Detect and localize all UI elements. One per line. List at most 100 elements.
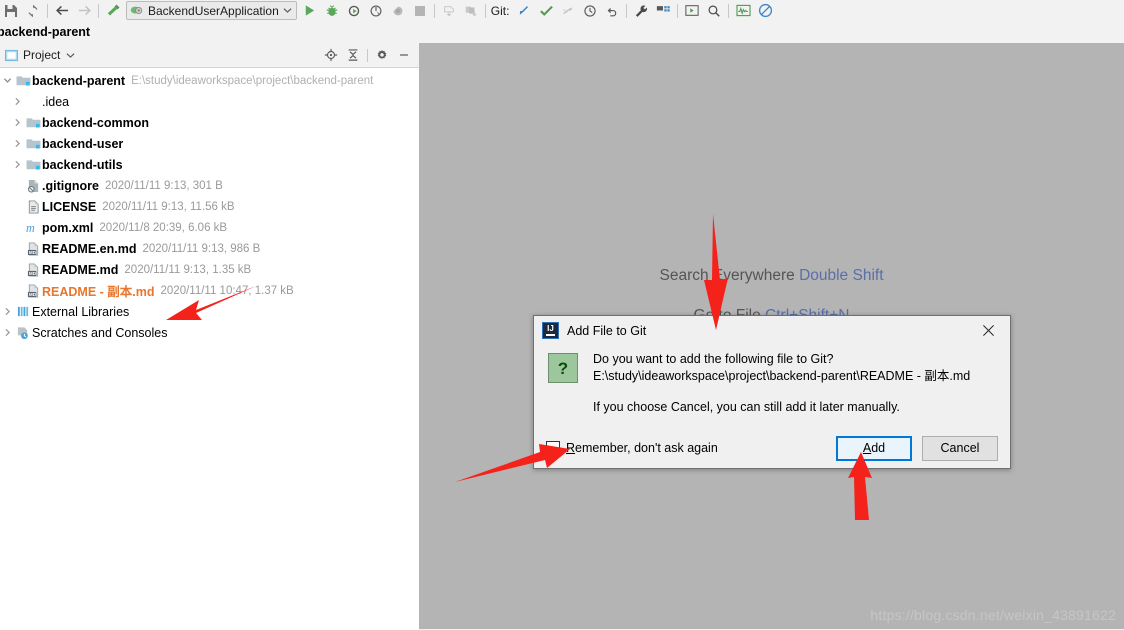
run-configuration-selector[interactable]: BackendUserApplication — [126, 1, 297, 20]
chevron-right-icon[interactable] — [10, 154, 24, 175]
label-rest: emember, don't ask again — [575, 441, 718, 455]
hint-shortcut-label: Double Shift — [799, 267, 884, 284]
svg-text:MD: MD — [28, 271, 36, 276]
chevron-right-icon[interactable] — [10, 133, 24, 154]
chevron-down-icon[interactable] — [66, 52, 75, 59]
back-arrow-icon[interactable] — [51, 1, 73, 21]
mnemonic-letter: A — [862, 441, 872, 455]
add-file-to-git-dialog: IJ Add File to Git ? Do you want to add … — [533, 315, 1011, 469]
chevron-right-icon[interactable] — [10, 112, 24, 133]
dialog-messages: Do you want to add the following file to… — [593, 351, 970, 416]
locate-icon[interactable] — [320, 45, 342, 65]
add-button[interactable]: Add — [836, 435, 912, 461]
build-hammer-icon[interactable] — [102, 1, 124, 21]
activity-monitor-icon[interactable] — [732, 1, 754, 21]
tree-label: .gitignore — [42, 178, 99, 193]
update-project-icon-disabled — [438, 1, 460, 21]
cancel-button[interactable]: Cancel — [922, 435, 998, 461]
spring-boot-icon — [130, 6, 143, 15]
collapse-all-icon[interactable] — [342, 45, 364, 65]
tree-row-backend-user[interactable]: backend-user — [0, 133, 419, 154]
wrench-icon[interactable] — [630, 1, 652, 21]
hint-action-label: Search Everywhere — [659, 267, 795, 284]
rollback-icon[interactable] — [601, 1, 623, 21]
tree-meta: 2020/11/11 9:13, 301 B — [104, 179, 223, 192]
close-icon[interactable] — [966, 316, 1010, 345]
tree-label: External Libraries — [32, 304, 130, 319]
save-icon[interactable] — [0, 1, 22, 21]
minimize-icon[interactable] — [393, 45, 415, 65]
maven-pom-icon: m — [24, 217, 42, 238]
tree-label: backend-common — [42, 115, 149, 130]
dialog-message-line-3: If you choose Cancel, you can still add … — [593, 400, 900, 414]
run-anything-icon[interactable] — [681, 1, 703, 21]
run-with-coverage-icon[interactable] — [343, 1, 365, 21]
csdn-watermark: https://blog.csdn.net/weixin_43891622 — [870, 607, 1116, 623]
chevron-down-icon[interactable] — [283, 7, 292, 14]
run-icon[interactable] — [299, 1, 321, 21]
tree-row-license[interactable]: LICENSE 2020/11/11 9:13, 11.56 kB — [0, 196, 419, 217]
project-panel-header: Project — [0, 43, 419, 68]
label-rest: dd — [871, 441, 886, 455]
svg-text:m: m — [26, 221, 35, 235]
git-commit-icon[interactable] — [535, 1, 557, 21]
chevron-down-icon[interactable] — [0, 70, 14, 91]
remember-checkbox[interactable] — [546, 441, 560, 455]
profile-icon[interactable] — [365, 1, 387, 21]
git-push-icon — [557, 1, 579, 21]
forward-arrow-icon — [73, 1, 95, 21]
folder-icon — [24, 91, 42, 112]
tree-row-readme-en-md[interactable]: MD README.en.md 2020/11/11 9:13, 986 B — [0, 238, 419, 259]
markdown-file-icon: MD — [24, 259, 42, 280]
settings-gear-icon[interactable] — [371, 45, 393, 65]
project-tool-window: Project backend-parent E:\study\ideawork… — [0, 43, 420, 630]
main-toolbar: BackendUserApplication Git: — [0, 0, 1124, 22]
tree-row-scratches-and-consoles[interactable]: Scratches and Consoles — [0, 322, 419, 343]
tree-meta: E:\study\ideaworkspace\project\backend-p… — [131, 74, 374, 87]
toolbar-separator — [728, 3, 730, 18]
tree-row-pom-xml[interactable]: m pom.xml 2020/11/8 20:39, 6.06 kB — [0, 217, 419, 238]
tree-row-readme-md[interactable]: MD README.md 2020/11/11 9:13, 1.35 kB — [0, 259, 419, 280]
dialog-title: Add File to Git — [567, 323, 647, 338]
tree-label: pom.xml — [42, 220, 94, 235]
remember-checkbox-row[interactable]: Remember, don't ask again — [546, 441, 718, 455]
tree-label: LICENSE — [42, 199, 97, 214]
chevron-right-icon[interactable] — [0, 322, 14, 343]
breadcrumb-project-name[interactable]: backend-parent — [0, 25, 90, 39]
tree-row-backend-common[interactable]: backend-common — [0, 112, 419, 133]
chevron-right-icon[interactable] — [10, 91, 24, 112]
toolbar-separator — [626, 3, 628, 18]
rerun-icon — [387, 1, 409, 21]
git-update-project-icon[interactable] — [513, 1, 535, 21]
tree-row-backend-parent[interactable]: backend-parent E:\study\ideaworkspace\pr… — [0, 70, 419, 91]
gitignore-file-icon — [24, 175, 42, 196]
project-panel-title[interactable]: Project — [23, 48, 60, 62]
sync-icon[interactable] — [22, 1, 44, 21]
dialog-title-bar: IJ Add File to Git — [534, 316, 1010, 345]
tree-meta: 2020/11/11 9:13, 11.56 kB — [102, 200, 235, 213]
project-root-folder-icon — [14, 70, 32, 91]
tree-label: Scratches and Consoles — [32, 325, 168, 340]
dialog-footer: Remember, don't ask again Add Cancel — [534, 428, 1010, 468]
remember-checkbox-label: Remember, don't ask again — [566, 441, 718, 455]
history-icon[interactable] — [579, 1, 601, 21]
module-folder-icon — [24, 154, 42, 175]
tree-label: README.md — [42, 262, 119, 277]
debug-icon[interactable] — [321, 1, 343, 21]
search-icon[interactable] — [703, 1, 725, 21]
module-folder-icon — [24, 133, 42, 154]
no-access-icon[interactable] — [754, 1, 776, 21]
run-configuration-name: BackendUserApplication — [148, 3, 279, 18]
tree-row-readme-copy-md[interactable]: MD README - 副本.md 2020/11/11 10:47, 1.37… — [0, 280, 419, 301]
tree-row-external-libraries[interactable]: External Libraries — [0, 301, 419, 322]
tree-row-idea[interactable]: .idea — [0, 91, 419, 112]
dialog-body: ? Do you want to add the following file … — [534, 345, 1010, 416]
tree-label: backend-parent — [32, 73, 126, 88]
tree-row-gitignore[interactable]: .gitignore 2020/11/11 9:13, 301 B — [0, 175, 419, 196]
structure-icon[interactable] — [652, 1, 674, 21]
dialog-message-line-2: E:\study\ideaworkspace\project\backend-p… — [593, 369, 971, 383]
project-view-icon — [5, 49, 18, 61]
tree-row-backend-utils[interactable]: backend-utils — [0, 154, 419, 175]
tree-meta: 2020/11/8 20:39, 6.06 kB — [99, 221, 228, 234]
chevron-right-icon[interactable] — [0, 301, 14, 322]
